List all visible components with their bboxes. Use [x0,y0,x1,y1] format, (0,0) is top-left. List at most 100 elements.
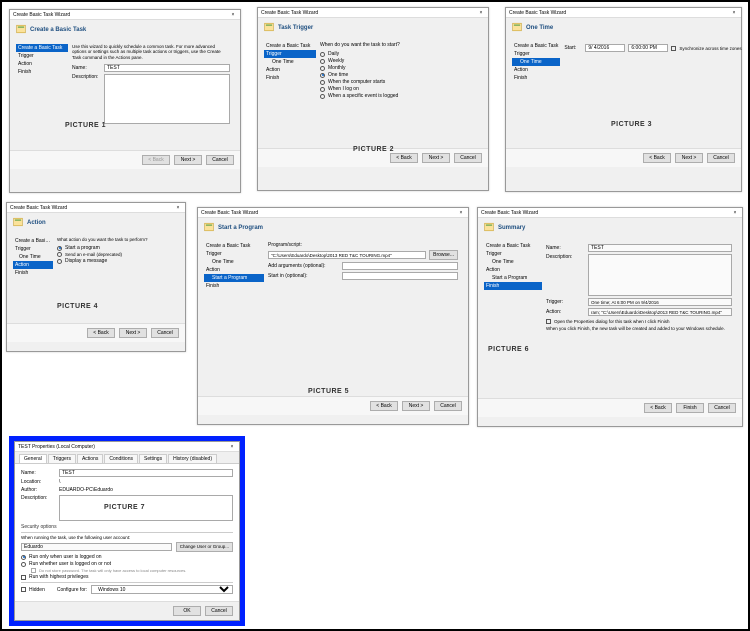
sync-checkbox[interactable]: Synchronize across time zones [671,46,741,51]
close-icon[interactable]: × [228,444,236,450]
tab-conditions[interactable]: Conditions [104,454,138,463]
step-create[interactable]: Create a Basic Task [204,242,264,250]
step-action[interactable]: Action [264,66,316,74]
tab-triggers[interactable]: Triggers [48,454,76,463]
cancel-button[interactable]: Cancel [434,401,462,411]
step-onetime[interactable]: One Time [13,253,53,261]
cancel-button[interactable]: Cancel [454,153,482,163]
arguments-input[interactable] [342,262,458,270]
action-value [588,308,732,316]
step-action[interactable]: Action [512,66,560,74]
open-properties-checkbox[interactable]: Open the Properties dialog for this task… [546,319,732,324]
back-button[interactable]: < Back [390,153,418,163]
dialog-one-time: Create Basic Task Wizard× One Time Creat… [505,7,742,192]
close-icon[interactable]: × [174,205,182,211]
ok-button[interactable]: OK [173,606,201,616]
chk-hidden[interactable]: Hidden [21,587,45,593]
close-icon[interactable]: × [229,12,237,18]
configure-label: Configure for: [57,587,87,593]
cancel-button[interactable]: Cancel [151,328,179,338]
picture-label: PICTURE 7 [104,504,145,511]
step-onetime[interactable]: One Time [204,258,264,266]
step-trigger[interactable]: Trigger [264,50,316,58]
step-trigger[interactable]: Trigger [512,50,560,58]
chk-highest-priv[interactable]: Run with highest privileges [21,574,233,580]
step-finish[interactable]: Finish [13,269,53,277]
back-button[interactable]: < Back [644,403,672,413]
step-finish[interactable]: Finish [16,68,68,76]
back-button[interactable]: < Back [643,153,671,163]
close-icon[interactable]: × [730,10,738,16]
radio-logon[interactable]: When I log on [320,86,478,92]
step-trigger[interactable]: Trigger [13,245,53,253]
description-label: Description: [21,495,55,501]
radio-daily[interactable]: Daily [320,51,478,57]
tab-general[interactable]: General [19,454,47,463]
step-onetime[interactable]: One Time [484,258,542,266]
program-input[interactable] [268,251,426,259]
step-onetime[interactable]: One Time [512,58,560,66]
step-finish[interactable]: Finish [484,282,542,290]
tab-settings[interactable]: Settings [139,454,167,463]
step-create[interactable]: Create a Basic Task [512,42,560,50]
step-finish[interactable]: Finish [264,74,316,82]
cancel-button[interactable]: Cancel [205,606,233,616]
next-button[interactable]: Next > [119,328,147,338]
step-onetime[interactable]: One Time [264,58,316,66]
radio-run-whether[interactable]: Run whether user is logged on or not [21,561,233,567]
back-button[interactable]: < Back [370,401,398,411]
radio-display-message[interactable]: Display a message [57,258,175,264]
wizard-icon [13,217,23,229]
back-button[interactable]: < Back [87,328,115,338]
tab-history[interactable]: History (disabled) [168,454,217,463]
step-action[interactable]: Action [484,266,542,274]
configure-select[interactable]: Windows 10 [91,585,233,594]
radio-onetime[interactable]: One time [320,72,478,78]
step-trigger[interactable]: Trigger [484,250,542,258]
step-finish[interactable]: Finish [512,74,560,82]
change-user-button[interactable]: Change User or Group... [176,542,233,552]
radio-run-loggedon[interactable]: Run only when user is logged on [21,554,233,560]
cancel-button[interactable]: Cancel [206,155,234,165]
finish-button[interactable]: Finish [676,403,704,413]
step-create[interactable]: Create a Basic Task [13,237,53,245]
next-button[interactable]: Next > [422,153,450,163]
step-startprogram[interactable]: Start a Program [204,274,264,282]
step-create[interactable]: Create a Basic Task [484,242,542,250]
step-trigger[interactable]: Trigger [204,250,264,258]
startin-input[interactable] [342,272,458,280]
browse-button[interactable]: Browse... [429,250,458,260]
time-input[interactable] [628,44,668,52]
step-trigger[interactable]: Trigger [16,52,68,60]
radio-monthly[interactable]: Monthly [320,65,478,71]
radio-start-program[interactable]: Start a program [57,245,175,251]
next-button[interactable]: Next > [402,401,430,411]
step-create[interactable]: Create a Basic Task [16,44,68,52]
name-input[interactable] [59,469,233,477]
cancel-button[interactable]: Cancel [707,153,735,163]
security-line: When running the task, use the following… [21,535,233,540]
dialog-create-basic-task: Create Basic Task Wizard × Create a Basi… [9,9,241,193]
radio-send-email[interactable]: Send an e-mail (deprecated) [57,252,175,257]
step-action[interactable]: Action [13,261,53,269]
author-label: Author: [21,487,55,493]
date-input[interactable] [585,44,625,52]
step-action[interactable]: Action [204,266,264,274]
radio-event[interactable]: When a specific event is logged [320,93,478,99]
radio-startup[interactable]: When the computer starts [320,79,478,85]
name-input[interactable] [104,64,230,72]
radio-weekly[interactable]: Weekly [320,58,478,64]
step-create[interactable]: Create a Basic Task [264,42,316,50]
step-finish[interactable]: Finish [204,282,264,290]
close-icon[interactable]: × [457,210,465,216]
next-button[interactable]: Next > [675,153,703,163]
next-button[interactable]: Next > [174,155,202,165]
description-input[interactable] [104,74,230,124]
close-icon[interactable]: × [731,210,739,216]
close-icon[interactable]: × [477,10,485,16]
description-input[interactable] [59,495,233,521]
step-startprogram[interactable]: Start a Program [484,274,542,282]
tab-actions[interactable]: Actions [77,454,103,463]
step-action[interactable]: Action [16,60,68,68]
cancel-button[interactable]: Cancel [708,403,736,413]
